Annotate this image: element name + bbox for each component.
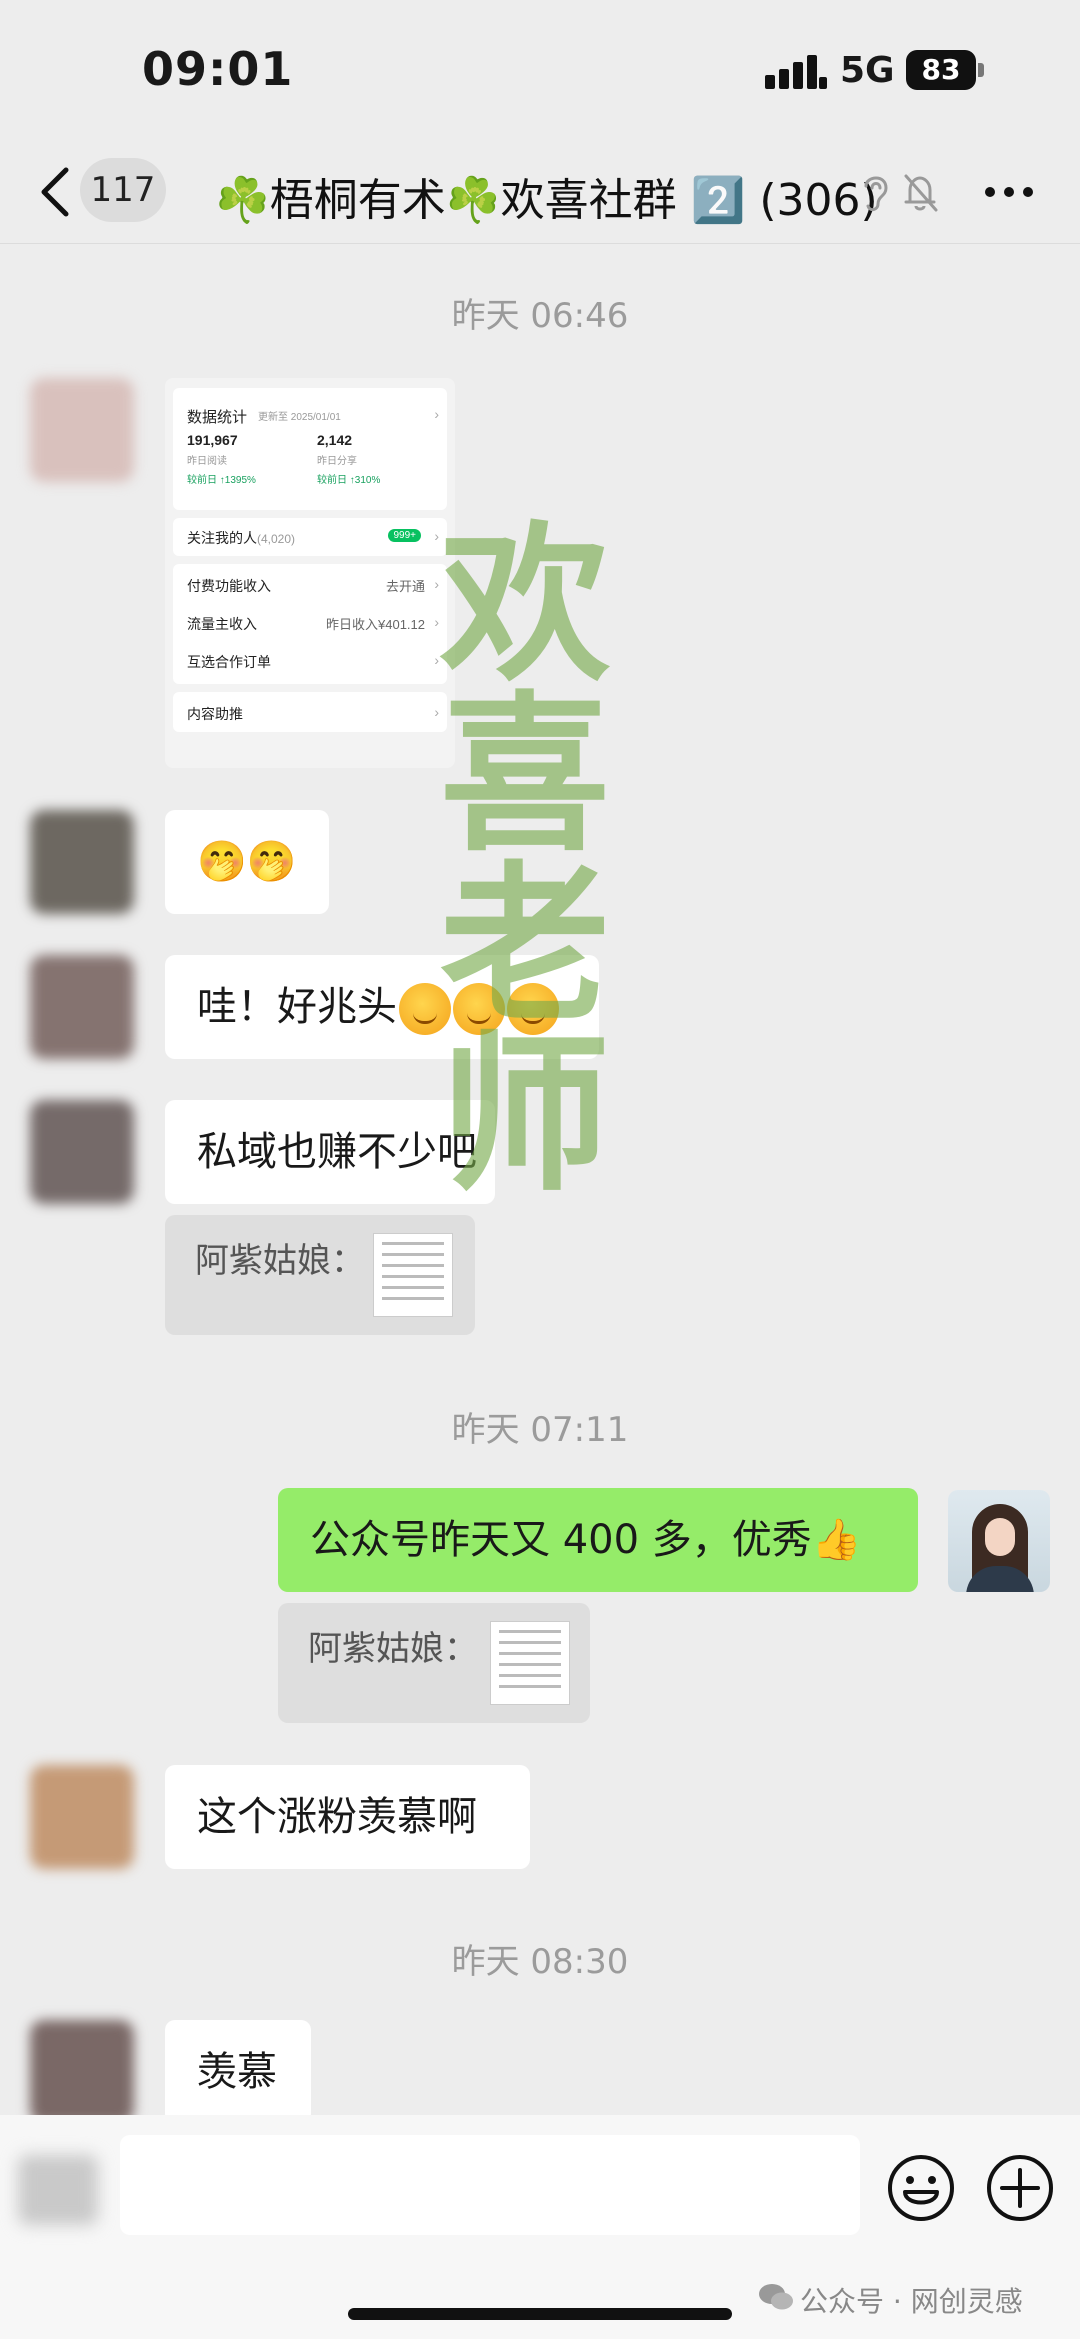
- plus-icon[interactable]: [984, 2152, 1056, 2224]
- quote-thumbnail: [373, 1233, 453, 1317]
- back-icon[interactable]: [36, 162, 76, 222]
- message-bubble[interactable]: 🤭🤭: [165, 810, 329, 914]
- timestamp: 昨天 07:11: [451, 1410, 629, 1450]
- voice-toggle[interactable]: [18, 2155, 98, 2225]
- quoted-reply[interactable]: 阿紫姑娘：: [165, 1215, 475, 1335]
- message-bubble[interactable]: 这个涨粉羡慕啊: [165, 1765, 530, 1869]
- network-label: 5G: [840, 50, 895, 91]
- mute-bell-icon: [904, 174, 938, 212]
- followers-label: 关注我的人(4,020): [187, 530, 296, 546]
- my-avatar[interactable]: [948, 1490, 1050, 1592]
- stats-block: 数据统计 更新至 2025/01/01 › 191,967 昨日阅读 较前日 ↑…: [173, 388, 447, 510]
- quote-sender: 阿紫姑娘：: [195, 1241, 365, 1281]
- unread-count-badge[interactable]: 117: [80, 158, 166, 222]
- more-icon[interactable]: [982, 184, 1036, 200]
- quote-sender: 阿紫姑娘：: [308, 1629, 478, 1669]
- footer-credit: 公众号 · 网创灵感: [800, 2285, 1023, 2318]
- orders-label: 互选合作订单: [187, 654, 271, 670]
- shares-growth: 较前日 ↑310%: [317, 475, 381, 486]
- paid-label: 付费功能收入: [187, 578, 271, 594]
- chat-header: 117 ☘️梧桐有术☘️欢喜社群 2️⃣ (306): [0, 140, 1080, 244]
- status-time: 09:01: [142, 42, 294, 96]
- battery-indicator: 83: [906, 50, 984, 90]
- reads-value: 191,967: [187, 432, 238, 448]
- battery-tip: [978, 63, 984, 77]
- message-text: 哇！好兆头: [197, 984, 397, 1030]
- reads-growth: 较前日 ↑1395%: [187, 475, 256, 486]
- avatar[interactable]: [30, 1765, 134, 1869]
- avatar[interactable]: [30, 955, 134, 1059]
- status-bar: 09:01 5G 83: [0, 0, 1080, 140]
- chevron-right-icon: ›: [434, 406, 439, 422]
- wechat-logo-icon: [759, 2284, 793, 2310]
- my-message-bubble[interactable]: 公众号昨天又 400 多，优秀👍: [278, 1488, 918, 1592]
- avatar[interactable]: [30, 378, 134, 482]
- chat-title[interactable]: ☘️梧桐有术☘️欢喜社群 2️⃣ (306): [215, 164, 878, 228]
- avatar[interactable]: [30, 2020, 134, 2124]
- home-indicator[interactable]: [348, 2308, 732, 2320]
- quote-thumbnail: [490, 1621, 570, 1705]
- followers-row: 关注我的人(4,020) 999+ ›: [173, 518, 447, 556]
- timestamp: 昨天 08:30: [451, 1942, 629, 1982]
- timestamp: 昨天 06:46: [451, 296, 629, 336]
- shares-label: 昨日分享: [317, 456, 357, 467]
- income-block: 付费功能收入 去开通 › 流量主收入 昨日收入¥401.12 › 互选合作订单 …: [173, 564, 447, 684]
- battery-level: 83: [906, 50, 976, 90]
- shares-value: 2,142: [317, 432, 353, 448]
- content-row: 内容助推 ›: [173, 692, 447, 732]
- message-input[interactable]: [120, 2135, 860, 2235]
- emoji-icon[interactable]: [885, 2152, 957, 2224]
- avatar[interactable]: [30, 1100, 134, 1204]
- quoted-reply[interactable]: 阿紫姑娘：: [278, 1603, 590, 1723]
- message-bubble[interactable]: 羡慕: [165, 2020, 311, 2124]
- watermark: 欢 喜 老 师: [439, 505, 610, 1215]
- avatar[interactable]: [30, 810, 134, 914]
- stats-updated: 更新至 2025/01/01: [258, 412, 341, 423]
- signal-icon: [765, 55, 827, 89]
- content-label: 内容助推: [187, 706, 243, 722]
- traffic-label: 流量主收入: [187, 616, 257, 632]
- reads-label: 昨日阅读: [187, 456, 227, 467]
- stats-title: 数据统计: [187, 409, 248, 426]
- ear-icon: [864, 176, 888, 212]
